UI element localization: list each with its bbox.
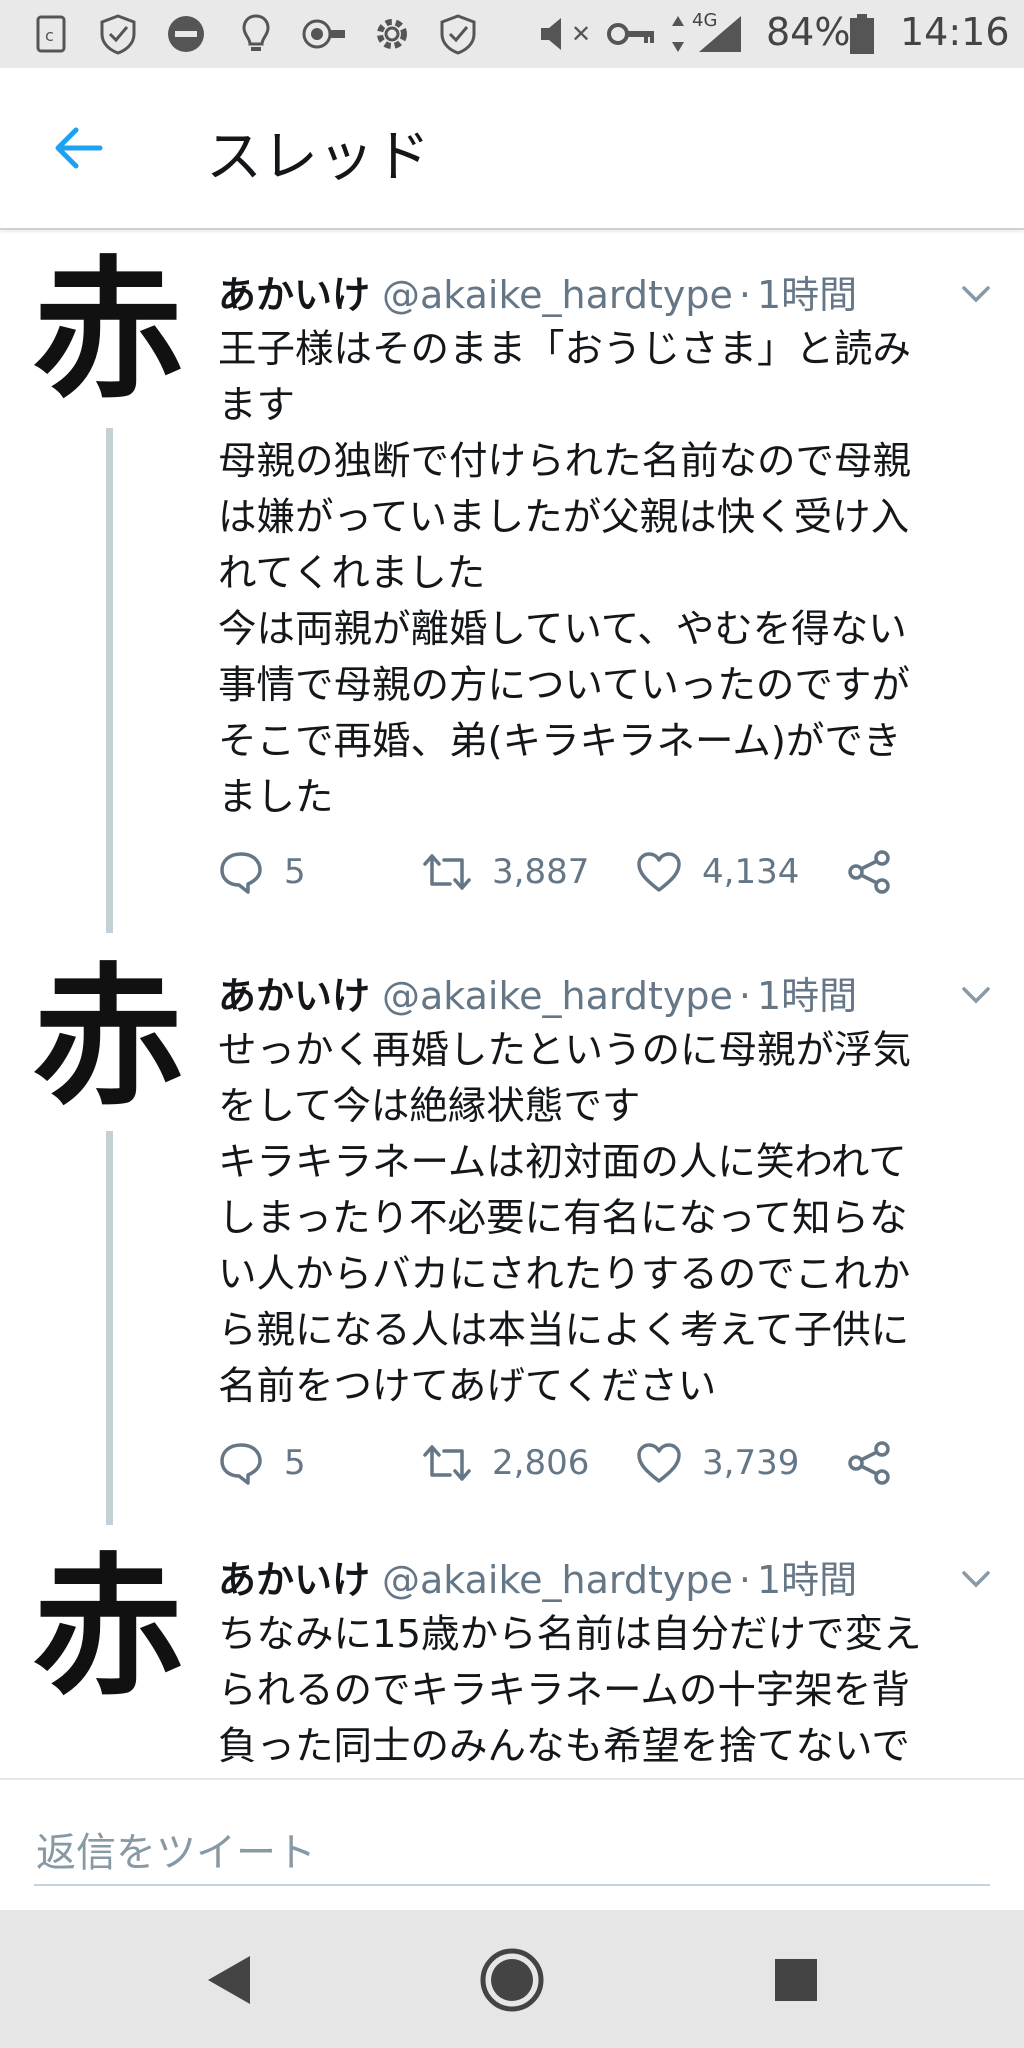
timestamp[interactable]: 1時間 [757,974,857,1018]
timestamp[interactable]: 1時間 [757,1558,857,1602]
author-handle[interactable]: @akaike_hardtype [382,974,733,1018]
nav-back-button[interactable] [192,1944,264,2016]
reply-count: 5 [284,1443,306,1483]
share-icon [848,850,890,894]
thread-line [106,428,113,933]
svg-text:c: c [45,26,54,45]
share-button[interactable] [846,1433,912,1493]
retweet-button[interactable]: 3,887 [422,842,589,902]
navigation-bar [0,1910,1024,2048]
reply-icon [220,852,262,894]
thread-line [106,1131,113,1525]
tweet-menu-button[interactable] [956,278,996,308]
key-icon [604,14,658,54]
settings-icon [370,14,414,54]
tweet-actions: 5 2,806 3,739 [218,1433,998,1493]
reply-placeholder: 返信をツイート [36,1830,316,1876]
reply-icon [220,1443,262,1485]
heart-icon [637,852,681,892]
chevron-down-icon [962,1571,990,1588]
clock: 14:16 [900,10,1010,54]
share-icon [848,1441,890,1485]
tweet-menu-button[interactable] [956,1563,996,1593]
data-arrows-icon [668,14,688,54]
retweet-icon [423,1445,471,1481]
app-bar: スレッド [0,68,1024,230]
tweet-actions: 5 3,887 4,134 [218,842,998,902]
retweet-count: 2,806 [492,1443,590,1483]
nav-home-button[interactable] [476,1944,548,2016]
separator: · [738,273,751,317]
tweet-text: せっかく再婚したというのに母親が浮気 をして今は絶縁状態です キラキラネームは初… [218,1028,912,1409]
status-bar: c ✕ 4G 84% 14:16 [0,0,1024,68]
tweet[interactable]: 赤 あかいけ @akaike_hardtype · 1時間 せっかく再婚したというのに… [0,935,1024,1525]
author-handle[interactable]: @akaike_hardtype [382,1558,733,1602]
shield-sync-icon [96,14,140,55]
tweet[interactable]: 赤 あかいけ @akaike_hardtype · 1時間 ちなみに15歳から名前は自… [0,1525,1024,1778]
chevron-down-icon [962,987,990,1004]
author-name[interactable]: あかいけ [218,1558,370,1602]
author-name[interactable]: あかいけ [218,974,370,1018]
reply-input[interactable]: 返信をツイート [34,1810,990,1886]
home-circle-icon [480,1948,544,2012]
tweet-header: あかいけ @akaike_hardtype · 1時間 [218,1549,857,1604]
reply-count: 5 [284,852,306,892]
toggle-icon [300,14,348,54]
timestamp[interactable]: 1時間 [757,273,857,317]
avatar[interactable]: 赤 [28,250,188,410]
reply-button[interactable]: 5 [218,842,306,902]
tweet-header: あかいけ @akaike_hardtype · 1時間 [218,965,857,1020]
reply-bar: 返信をツイート [0,1778,1024,1912]
mute-icon: ✕ [538,14,592,54]
lightbulb-icon [238,14,274,54]
mute-x: ✕ [570,20,592,48]
author-handle[interactable]: @akaike_hardtype [382,273,733,317]
share-button[interactable] [846,842,912,902]
recents-square-icon [775,1959,817,2001]
avatar[interactable]: 赤 [28,957,188,1117]
sim-icon: c [34,14,68,54]
separator: · [738,974,751,1018]
heart-icon [637,1443,681,1483]
retweet-count: 3,887 [492,852,590,892]
arrow-left-icon [55,127,103,169]
battery-percent: 84% [766,10,851,54]
tweet-text: ちなみに15歳から名前は自分だけで変え られるのでキラキラネームの十字架を背 負… [218,1612,922,1769]
tweet-text: 王子様はそのまま「おうじさま」と読み ます 母親の独断で付けられた名前なので母親… [218,327,912,820]
shield-icon [436,14,480,55]
battery-icon [848,14,876,54]
back-button[interactable] [48,118,108,178]
back-triangle-icon [208,1956,250,2004]
tweet[interactable]: 赤 あかいけ @akaike_hardtype · 1時間 王子様はそのまま「おうじさ… [0,228,1024,933]
like-count: 3,739 [702,1443,800,1483]
like-button[interactable]: 3,739 [636,1433,799,1493]
chevron-down-icon [962,286,990,303]
like-count: 4,134 [702,852,800,892]
author-name[interactable]: あかいけ [218,273,370,317]
reply-button[interactable]: 5 [218,1433,306,1493]
tweet-header: あかいけ @akaike_hardtype · 1時間 [218,264,857,319]
nav-recents-button[interactable] [760,1944,832,2016]
like-button[interactable]: 4,134 [636,842,799,902]
separator: · [738,1558,751,1602]
retweet-icon [423,854,471,890]
page-title: スレッド [206,125,430,190]
tweet-menu-button[interactable] [956,979,996,1009]
do-not-disturb-icon [164,14,208,54]
avatar[interactable]: 赤 [28,1547,188,1707]
retweet-button[interactable]: 2,806 [422,1433,589,1493]
signal-icon [694,14,744,54]
